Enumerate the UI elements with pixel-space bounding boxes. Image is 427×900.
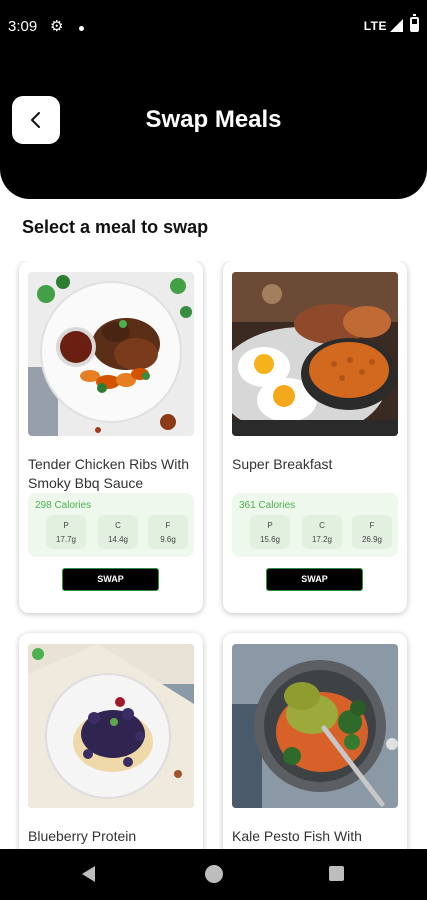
system-nav-bar: [0, 849, 427, 900]
macro-value: 26.9g: [361, 535, 383, 544]
macro-label: P: [63, 521, 69, 530]
nav-recents-icon[interactable]: [329, 866, 344, 881]
swap-button[interactable]: SWAP: [62, 568, 159, 591]
meal-title: Super Breakfast: [232, 456, 333, 472]
macro-label: F: [369, 521, 375, 530]
calories-label: 361 Calories: [239, 500, 296, 511]
macro-value: 17.7g: [55, 535, 77, 544]
meal-image: [28, 272, 194, 436]
signal-icon: [390, 19, 403, 32]
meal-card[interactable]: Tender Chicken Ribs With Smoky Bbq Sauce…: [19, 261, 203, 613]
meal-image: [232, 272, 398, 436]
macro-carbs: C 17.2g: [302, 515, 342, 549]
macro-label: P: [267, 521, 273, 530]
nav-home-icon[interactable]: [205, 865, 223, 883]
macro-label: C: [319, 521, 325, 530]
notification-dot-icon: [79, 26, 84, 31]
section-title: Select a meal to swap: [22, 217, 209, 237]
meal-title: Blueberry Protein: [28, 828, 137, 844]
meal-grid: Tender Chicken Ribs With Smoky Bbq Sauce…: [0, 261, 427, 849]
network-type: LTE: [363, 19, 387, 33]
macro-label: F: [165, 521, 171, 530]
meal-title: Kale Pesto Fish With: [232, 828, 362, 844]
macro-fat: F 26.9g: [352, 515, 392, 549]
macro-value: 15.6g: [259, 535, 281, 544]
status-bar: 3:09 ⚙ LTE: [0, 0, 427, 54]
calories-label: 298 Calories: [35, 500, 92, 511]
battery-icon: [410, 14, 419, 32]
macro-carbs: C 14.4g: [98, 515, 138, 549]
status-time: 3:09: [8, 18, 38, 35]
meal-card[interactable]: Blueberry Protein: [19, 633, 203, 849]
macro-protein: P 17.7g: [46, 515, 86, 549]
macro-label: C: [115, 521, 121, 530]
macro-value: 17.2g: [311, 535, 333, 544]
page-title: Swap Meals: [145, 106, 282, 133]
gear-icon: ⚙: [50, 18, 64, 35]
meal-title: Tender Chicken Ribs With Smoky Bbq Sauce: [28, 456, 190, 491]
macro-protein: P 15.6g: [250, 515, 290, 549]
nutrition-box: 361 Calories P 15.6g C 17.2g F 26.9g: [232, 493, 398, 557]
meal-card[interactable]: Kale Pesto Fish With: [223, 633, 407, 849]
meal-card[interactable]: Super Breakfast 361 Calories P 15.6g C 1…: [223, 261, 407, 613]
meal-image: [232, 644, 398, 808]
header: Swap Meals: [0, 54, 427, 199]
macro-fat: F 9.6g: [148, 515, 188, 549]
nav-back-icon[interactable]: [82, 866, 95, 882]
meal-image: [28, 644, 194, 808]
macro-value: 14.4g: [107, 535, 129, 544]
macro-value: 9.6g: [160, 535, 176, 544]
nutrition-box: 298 Calories P 17.7g C 14.4g F 9.6g: [28, 493, 194, 557]
swap-button[interactable]: SWAP: [266, 568, 363, 591]
